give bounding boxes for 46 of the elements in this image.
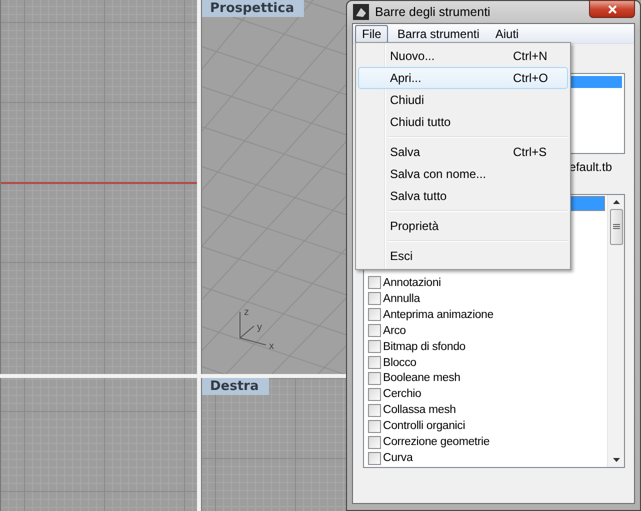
toolbar-name[interactable]: Blocco [383, 356, 416, 368]
menu-item[interactable]: Chiudi [358, 89, 568, 111]
window-title: Barre degli strumenti [375, 5, 490, 19]
app-icon [353, 4, 369, 20]
menu-title[interactable]: Aiuti [488, 24, 526, 42]
toolbar-name[interactable]: Anteprima animazione [383, 308, 494, 321]
menu-title[interactable]: File [355, 24, 388, 42]
menu-item[interactable]: Salva con nome... [358, 163, 568, 185]
toolbar-name[interactable]: Booleane mesh [383, 372, 460, 384]
checkbox[interactable] [368, 340, 381, 354]
viewport-label[interactable]: Destra [202, 378, 269, 395]
checkbox[interactable] [368, 436, 381, 449]
axis-icon [240, 312, 266, 346]
toolbar-name[interactable]: Arco [383, 324, 406, 337]
toolbar-name[interactable]: Controlli organici [383, 420, 466, 432]
checkbox[interactable] [368, 420, 381, 433]
checkbox[interactable] [368, 276, 381, 290]
checkbox[interactable] [368, 292, 381, 306]
menu-item[interactable]: Nuovo... Ctrl+N [358, 45, 568, 67]
toolbar-name[interactable]: Collassa mesh [383, 404, 456, 416]
checkbox[interactable] [368, 308, 381, 322]
viewport-label[interactable]: Prospettica [202, 0, 304, 17]
menu-title[interactable]: Barra strumenti [390, 24, 486, 42]
toolbar-name[interactable]: Annotazioni [383, 276, 441, 289]
menu-item[interactable]: Salva Ctrl+S [358, 141, 568, 163]
axis-label: x [269, 341, 274, 352]
checkbox[interactable] [368, 388, 381, 401]
toolbar-name[interactable]: Annulla [383, 292, 420, 305]
toolbar-name[interactable]: Correzione geometrie [383, 436, 490, 448]
toolbar-name[interactable]: Bitmap di sfondo [383, 340, 466, 353]
close-icon [608, 4, 616, 14]
toolbar-name[interactable]: Cerchio [383, 388, 422, 400]
checkbox[interactable] [368, 452, 381, 465]
scrollbar[interactable] [607, 195, 624, 467]
scroll-thumb[interactable] [610, 209, 622, 245]
axis-label: y [257, 322, 262, 333]
toolbar-name[interactable]: Curva [383, 452, 413, 464]
close-button[interactable] [589, 0, 635, 18]
checkbox[interactable] [368, 372, 381, 385]
menu-item[interactable]: Chiudi tutto [358, 111, 568, 133]
checkbox[interactable] [368, 324, 381, 338]
checkbox[interactable] [368, 404, 381, 417]
axis-label: z [244, 307, 249, 318]
file-path-text: efault.tb [569, 160, 612, 174]
menu-item[interactable]: Apri... Ctrl+O [358, 67, 568, 89]
checkbox[interactable] [368, 356, 381, 369]
